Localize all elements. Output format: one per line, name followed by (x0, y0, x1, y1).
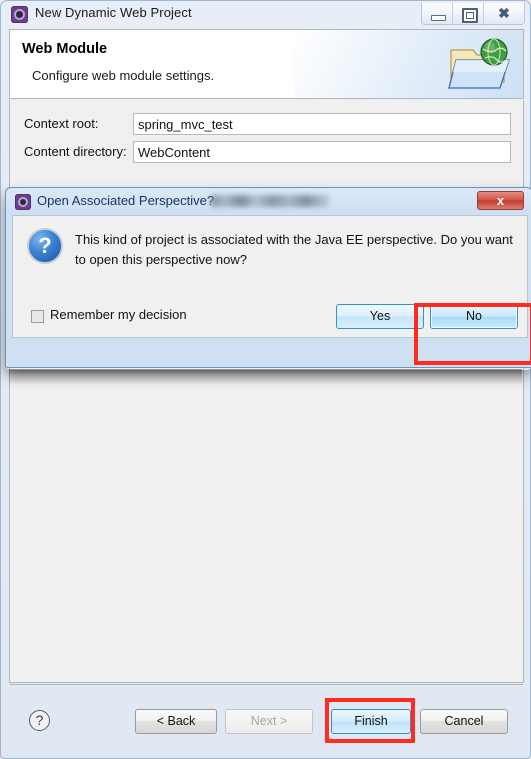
back-button[interactable]: < Back (135, 709, 217, 734)
cancel-button[interactable]: Cancel (420, 709, 508, 734)
next-button: Next > (225, 709, 313, 734)
dialog-eclipse-icon (15, 194, 31, 210)
checkbox-box-icon (31, 310, 44, 323)
close-icon: ✖ (498, 5, 510, 21)
dialog-no-button[interactable]: No (430, 304, 518, 329)
finish-button[interactable]: Finish (331, 709, 411, 734)
blurred-title-text (211, 195, 329, 207)
maximize-icon (462, 8, 478, 23)
open-associated-perspective-dialog: Open Associated Perspective? x ? This ki… (5, 187, 531, 368)
checkbox-label: Remember my decision (50, 307, 187, 322)
button-bar-separator (10, 684, 523, 685)
field-row-context-root: Context root: (10, 113, 523, 137)
dialog-drop-shadow (9, 369, 522, 385)
window-titlebar: New Dynamic Web Project ✖ (1, 1, 530, 28)
dialog-body: ? This kind of project is associated wit… (12, 215, 528, 338)
field-row-content-directory: Content directory: (10, 141, 523, 165)
context-root-input[interactable] (133, 113, 511, 135)
eclipse-wizard-icon (11, 6, 28, 23)
close-button[interactable]: ✖ (484, 3, 524, 24)
help-icon[interactable]: ? (29, 710, 50, 731)
dialog-yes-button[interactable]: Yes (336, 304, 424, 329)
dialog-close-button[interactable]: x (477, 191, 524, 210)
dialog-title: Open Associated Perspective? (37, 193, 215, 208)
maximize-button[interactable] (453, 3, 484, 24)
page-title: Web Module (22, 41, 108, 57)
content-directory-label: Content directory: (24, 144, 127, 159)
content-directory-input[interactable] (133, 141, 511, 163)
dialog-message: This kind of project is associated with … (75, 232, 513, 267)
screenshot-root: New Dynamic Web Project ✖ Web Module Con… (0, 0, 531, 759)
window-title: New Dynamic Web Project (35, 5, 192, 20)
web-folder-globe-icon (448, 38, 510, 89)
minimize-icon (431, 15, 446, 21)
wizard-header: Web Module Configure web module settings… (9, 29, 524, 99)
window-controls: ✖ (421, 3, 525, 25)
context-root-label: Context root: (24, 116, 99, 131)
question-mark-icon: ? (27, 228, 63, 264)
minimize-button[interactable] (422, 3, 453, 24)
page-subtitle: Configure web module settings. (32, 68, 215, 83)
